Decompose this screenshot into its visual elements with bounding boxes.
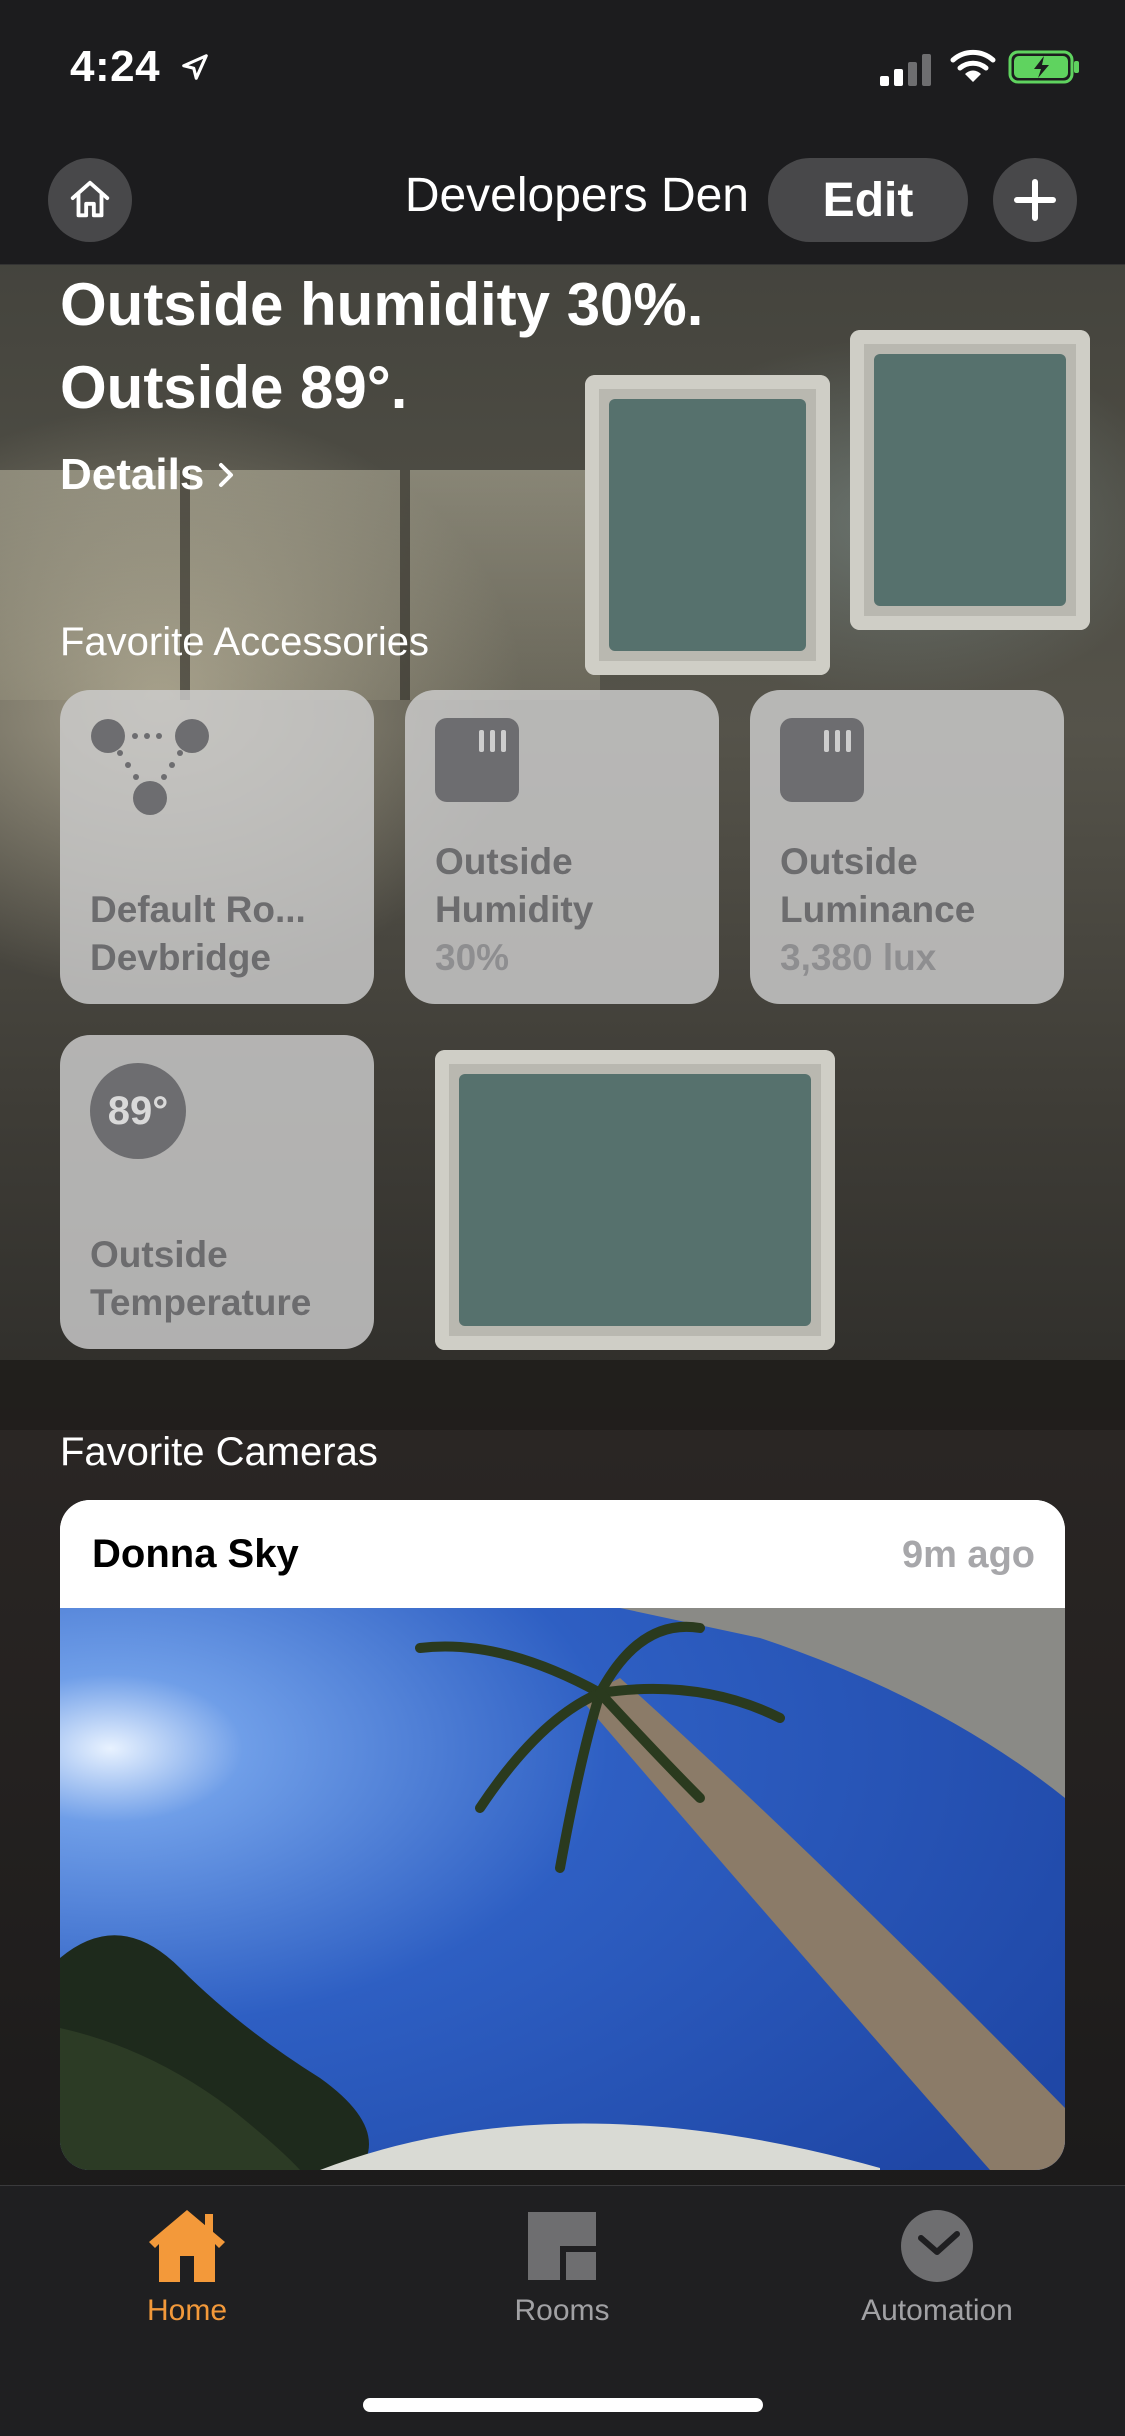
temperature-badge: 89°: [90, 1063, 186, 1159]
house-icon: [149, 2210, 225, 2282]
tab-automation-label: Automation: [861, 2294, 1013, 2327]
accessory-tile-default-room[interactable]: Default Ro... Devbridge: [60, 690, 374, 1004]
automation-check-icon: [901, 2210, 973, 2282]
tile-text: Outside Humidity 30%: [435, 838, 699, 982]
home-indicator[interactable]: [363, 2398, 763, 2412]
tile-text: Default Ro... Devbridge: [90, 886, 354, 982]
add-button[interactable]: [993, 158, 1077, 242]
house-icon: [70, 180, 110, 218]
status-time: 4:24: [70, 42, 161, 91]
camera-timestamp: 9m ago: [901, 1534, 1035, 1576]
summary-humidity: Outside humidity 30%.: [60, 271, 704, 338]
tile-name-line1: Outside: [435, 841, 573, 882]
camera-card-donna-sky[interactable]: Donna Sky 9m ago: [60, 1500, 1065, 2170]
battery-charging-icon: [1008, 50, 1079, 84]
sensor-icon: [780, 718, 864, 802]
tile-name-line2: Luminance: [780, 889, 976, 930]
status-bar: 4:24: [0, 0, 1125, 140]
nav-bar: Developers Den Edit: [0, 140, 1125, 265]
accessory-tile-outside-humidity[interactable]: Outside Humidity 30%: [405, 690, 719, 1004]
details-label: Details: [60, 450, 205, 499]
home-settings-button[interactable]: [48, 158, 132, 242]
rooms-icon: [528, 2212, 596, 2280]
camera-header: Donna Sky 9m ago: [60, 1500, 1065, 1608]
hub-icon: [91, 719, 209, 815]
camera-name: Donna Sky: [92, 1532, 299, 1576]
tile-status: 3,380 lux: [780, 937, 937, 978]
tab-home-label: Home: [146, 2294, 228, 2327]
plus-icon: [1014, 179, 1056, 221]
favorite-cameras-title: Favorite Cameras: [60, 1430, 378, 1474]
tab-rooms-label: Rooms: [514, 2294, 610, 2327]
location-arrow-icon: [182, 54, 208, 80]
tab-automation[interactable]: Automation: [807, 2208, 1067, 2328]
tab-rooms[interactable]: Rooms: [432, 2208, 692, 2328]
details-link[interactable]: Details: [60, 450, 236, 500]
summary-temperature: Outside 89°.: [60, 354, 408, 421]
home-content: Outside humidity 30%. Outside 89°. Detai…: [0, 265, 1125, 2185]
favorite-accessories-title: Favorite Accessories: [60, 620, 430, 664]
cellular-signal-icon: [880, 54, 931, 86]
tile-name-line2: Devbridge: [90, 937, 271, 978]
tile-text: Outside Temperature: [90, 1231, 354, 1327]
tab-home[interactable]: Home: [57, 2208, 317, 2328]
tile-name-line2: Temperature: [90, 1282, 312, 1323]
tile-name-line1: Default Ro...: [90, 889, 306, 930]
tile-name-line2: Humidity: [435, 889, 594, 930]
tile-text: Outside Luminance 3,380 lux: [780, 838, 1044, 982]
wifi-icon: [950, 49, 996, 82]
sensor-icon: [435, 718, 519, 802]
tile-name-line1: Outside: [90, 1234, 228, 1275]
camera-snapshot[interactable]: [60, 1608, 1065, 2170]
chevron-right-icon: [219, 463, 234, 487]
edit-button[interactable]: Edit: [768, 158, 968, 242]
tile-status: 30%: [435, 937, 510, 978]
accessory-tile-outside-temperature[interactable]: 89° Outside Temperature: [60, 1035, 374, 1349]
tile-name-line1: Outside: [780, 841, 918, 882]
accessory-tile-outside-luminance[interactable]: Outside Luminance 3,380 lux: [750, 690, 1064, 1004]
home-name-title[interactable]: Developers Den: [405, 168, 749, 223]
